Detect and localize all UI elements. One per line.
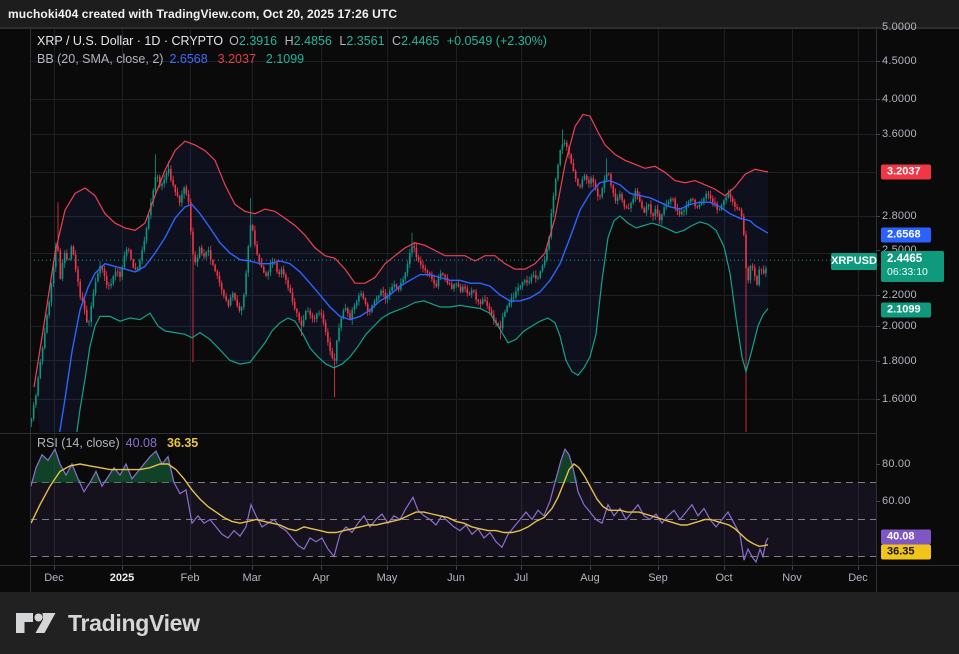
footer: TradingView — [0, 592, 959, 654]
attribution-bar: muchoki404 created with TradingView.com,… — [0, 0, 959, 28]
tradingview-logo-icon[interactable] — [14, 606, 58, 640]
attribution-text: muchoki404 created with TradingView.com,… — [0, 7, 397, 21]
price-axis[interactable] — [877, 28, 959, 565]
time-axis[interactable] — [0, 565, 959, 592]
chart-pane-area[interactable] — [30, 28, 876, 565]
tradingview-wordmark[interactable]: TradingView — [68, 610, 200, 637]
tradingview-snapshot: muchoki404 created with TradingView.com,… — [0, 0, 959, 654]
